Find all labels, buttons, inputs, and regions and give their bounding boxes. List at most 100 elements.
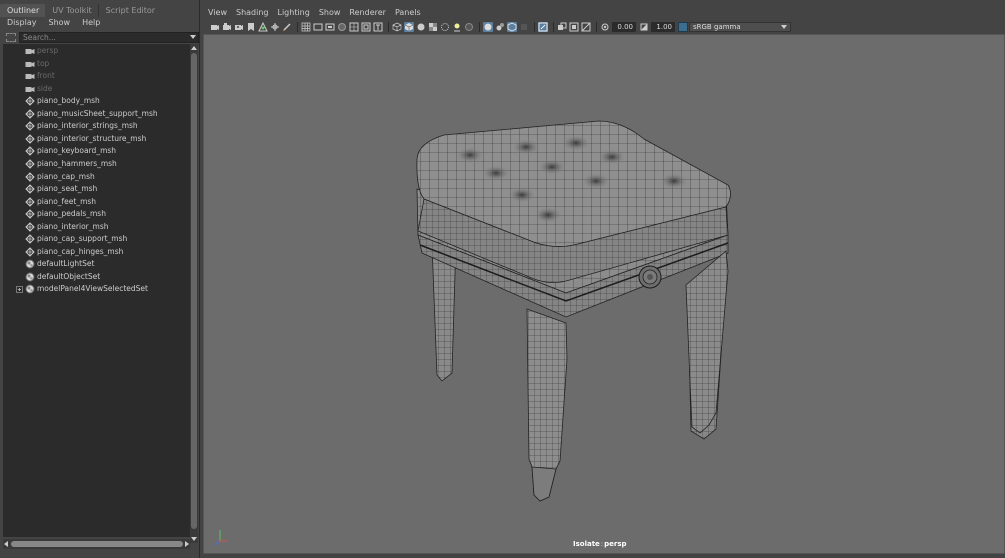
outliner-item-label: piano_keyboard_msh <box>37 146 117 156</box>
default-material-icon[interactable] <box>416 22 426 32</box>
scroll-down-icon[interactable] <box>191 537 197 541</box>
toolbar-separator <box>553 21 554 32</box>
mesh-icon <box>25 196 35 207</box>
tab-uv-toolkit[interactable]: UV Toolkit <box>45 4 97 17</box>
menu-help[interactable]: Help <box>75 17 105 29</box>
scroll-thumb-horizontal[interactable] <box>11 541 183 547</box>
xray-active-components-icon[interactable] <box>507 21 517 32</box>
outliner-item[interactable]: modelPanel4ViewSelectedSet <box>3 283 190 295</box>
tab-outliner[interactable]: Outliner <box>0 4 46 17</box>
shadows-icon[interactable] <box>452 22 462 32</box>
mesh-icon <box>25 209 35 219</box>
toolbar-separator <box>388 21 389 32</box>
outliner-item[interactable]: piano_interior_structure_msh <box>3 133 190 145</box>
color-management-icon[interactable] <box>678 21 688 32</box>
menu-renderer[interactable]: Renderer <box>344 7 390 19</box>
search-dropdown-icon[interactable] <box>190 35 196 39</box>
menu-shading[interactable]: Shading <box>231 7 273 19</box>
use-all-lights-icon[interactable] <box>440 22 450 32</box>
outliner-item-label: top <box>37 58 50 68</box>
outliner-item[interactable]: piano_hammers_msh <box>3 158 190 170</box>
outliner-item[interactable]: piano_seat_msh <box>3 183 190 195</box>
field-chart-icon[interactable] <box>349 22 359 32</box>
outliner-item-label: piano_body_msh <box>37 96 100 106</box>
outliner-item[interactable]: piano_cap_msh <box>3 171 190 183</box>
camera-icon <box>25 46 35 56</box>
hud-separator: : <box>600 540 604 548</box>
outliner-vertical-scrollbar[interactable] <box>190 44 198 543</box>
resolution-gate-icon[interactable] <box>325 22 335 32</box>
2d-pan-zoom-icon[interactable] <box>258 21 268 32</box>
scroll-thumb[interactable] <box>191 53 197 529</box>
gamma-icon[interactable] <box>639 22 649 32</box>
camera-attributes-icon[interactable] <box>222 22 232 32</box>
scroll-left-icon[interactable] <box>4 541 8 547</box>
ambient-occlusion-icon[interactable] <box>464 22 474 32</box>
select-camera-icon[interactable] <box>210 22 220 32</box>
outliner-item[interactable]: piano_feet_msh <box>3 196 190 208</box>
menu-show-viewport[interactable]: Show <box>314 7 345 19</box>
outliner-item[interactable]: top <box>3 58 190 70</box>
xray-joints-icon[interactable] <box>495 22 505 32</box>
xray-icon[interactable] <box>483 21 493 32</box>
outliner-item[interactable]: side <box>3 83 190 95</box>
exposure-icon[interactable] <box>600 22 610 32</box>
outliner-item[interactable]: persp <box>3 45 190 57</box>
smooth-shade-icon[interactable] <box>404 21 414 32</box>
tab-script-editor[interactable]: Script Editor <box>97 4 161 17</box>
hud-icon[interactable] <box>557 22 567 32</box>
wireframe-icon[interactable] <box>392 22 402 32</box>
piano-bench-model[interactable] <box>204 35 1005 554</box>
expand-toggle-icon[interactable] <box>16 286 23 294</box>
outliner-item[interactable]: defaultLightSet <box>3 258 190 270</box>
scroll-right-icon[interactable] <box>185 541 189 547</box>
search-input[interactable] <box>19 32 199 43</box>
grid-icon[interactable] <box>301 22 311 32</box>
outliner-item-label: piano_interior_strings_msh <box>37 121 138 131</box>
menu-panels[interactable]: Panels <box>390 7 425 19</box>
mesh-icon <box>25 134 35 144</box>
safe-action-icon[interactable] <box>361 22 371 32</box>
image-plane-icon[interactable] <box>246 22 256 32</box>
mesh-icon <box>25 121 35 132</box>
menu-display[interactable]: Display <box>0 17 42 29</box>
outliner-item[interactable]: piano_interior_msh <box>3 221 190 233</box>
gamma-field[interactable]: 1.00 <box>651 21 675 32</box>
exposure-field[interactable]: 0.00 <box>612 21 636 32</box>
outliner-item[interactable]: piano_interior_strings_msh <box>3 120 190 132</box>
3d-viewport[interactable]: Isolate:persp <box>203 34 1005 554</box>
outliner-item[interactable]: piano_body_msh <box>3 95 190 107</box>
view-transform-select[interactable]: sRGB gamma <box>689 21 791 32</box>
leg-front-left-foot <box>531 466 557 502</box>
outliner-item[interactable]: piano_cap_hinges_msh <box>3 246 190 258</box>
frame-selected-icon[interactable] <box>581 22 591 32</box>
menu-lighting[interactable]: Lighting <box>272 7 313 19</box>
select-filter-icon[interactable] <box>6 33 16 42</box>
bookmarks-icon[interactable] <box>234 22 244 32</box>
grease-pencil-icon[interactable] <box>270 22 280 32</box>
outliner-item[interactable]: piano_pedals_msh <box>3 208 190 220</box>
menu-show[interactable]: Show <box>42 17 76 29</box>
safe-title-icon[interactable] <box>373 22 383 32</box>
mesh-icon <box>25 247 35 257</box>
outliner-item[interactable]: piano_cap_support_msh <box>3 233 190 245</box>
outliner-item[interactable]: front <box>3 70 190 82</box>
scroll-up-icon[interactable] <box>191 46 197 50</box>
mesh-icon <box>25 159 35 169</box>
viewport-toolbar: 0.00 1.00 sRGB gamma <box>203 20 1005 33</box>
camera-icon <box>25 84 35 94</box>
pencil-icon[interactable] <box>282 22 292 32</box>
outliner-horizontal-scrollbar[interactable] <box>3 539 190 549</box>
outliner-item[interactable]: piano_keyboard_msh <box>3 145 190 157</box>
set-icon <box>25 272 35 282</box>
gate-mask-icon[interactable] <box>337 22 347 32</box>
menu-view[interactable]: View <box>203 7 231 19</box>
isolate-select-icon[interactable] <box>538 21 548 32</box>
motion-blur-icon[interactable] <box>519 22 529 32</box>
frame-all-icon[interactable] <box>569 22 579 32</box>
outliner-item[interactable]: defaultObjectSet <box>3 271 190 283</box>
toolbar-separator <box>297 21 298 32</box>
textured-icon[interactable] <box>428 22 438 32</box>
outliner-item[interactable]: piano_musicSheet_support_msh <box>3 108 190 120</box>
film-gate-icon[interactable] <box>313 22 323 32</box>
